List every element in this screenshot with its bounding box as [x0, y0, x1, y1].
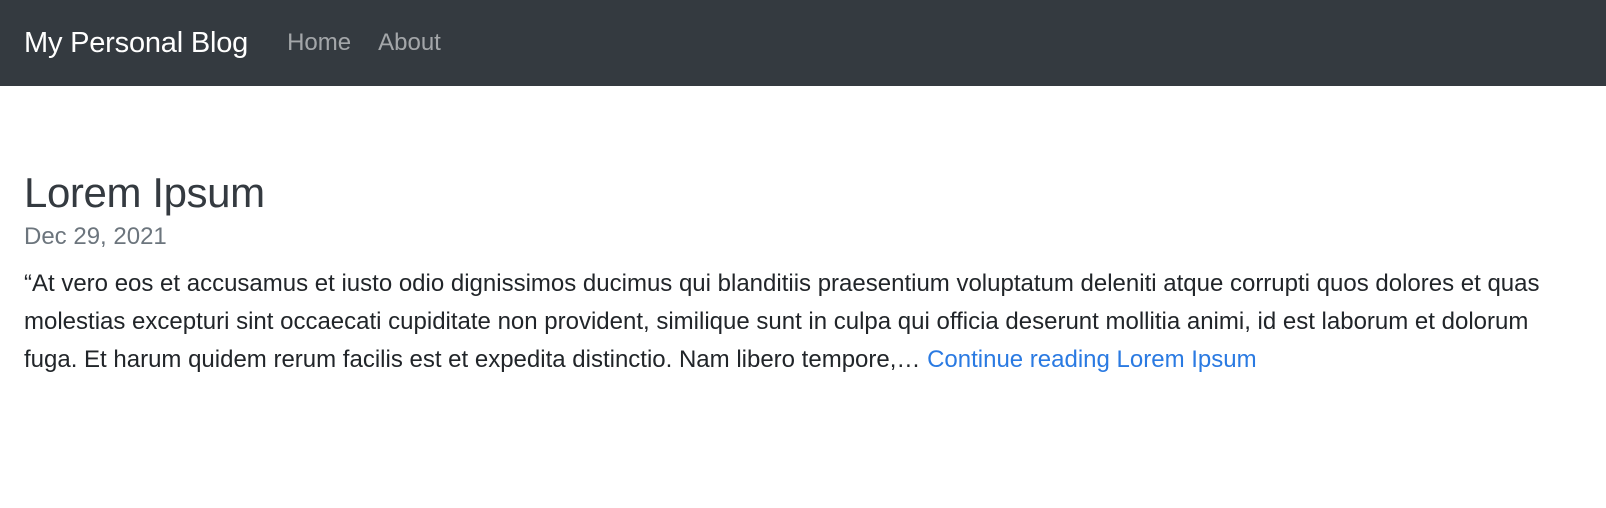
continue-reading-link[interactable]: Continue reading Lorem Ipsum [927, 346, 1257, 373]
post-excerpt: “At vero eos et accusamus et iusto odio … [24, 265, 1584, 379]
post-preview: Lorem Ipsum Dec 29, 2021 “At vero eos et… [24, 168, 1582, 379]
post-excerpt-text: “At vero eos et accusamus et iusto odio … [24, 270, 1540, 374]
brand-link[interactable]: My Personal Blog [24, 28, 248, 58]
main-content: Lorem Ipsum Dec 29, 2021 “At vero eos et… [0, 86, 1606, 379]
post-title: Lorem Ipsum [24, 169, 265, 216]
top-navbar: My Personal Blog Home About [0, 0, 1606, 86]
nav-link-about[interactable]: About [378, 31, 441, 55]
post-date: Dec 29, 2021 [24, 223, 167, 251]
nav-link-home[interactable]: Home [287, 31, 351, 55]
